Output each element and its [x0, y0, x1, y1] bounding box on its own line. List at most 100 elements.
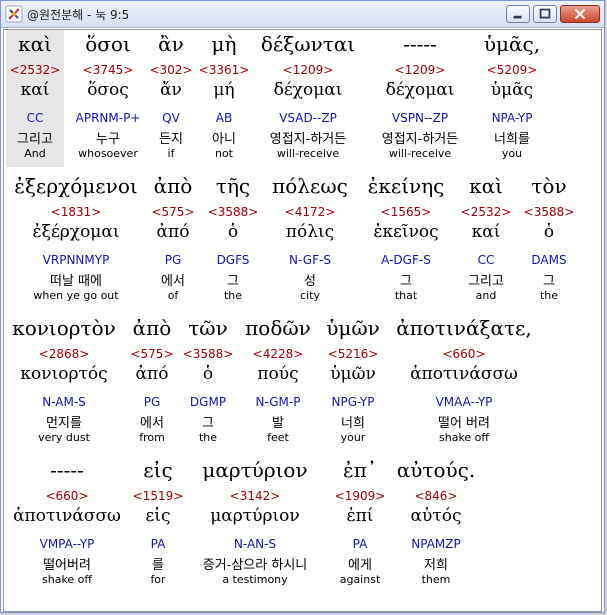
- parse-code: APRNM-P+: [75, 111, 141, 125]
- parse-code: PA: [352, 537, 368, 551]
- word-cell[interactable]: δέξωνται <1209> δέχομαι VSAD--ZP 영접지-하거든…: [252, 30, 364, 167]
- korean-gloss: 먼지를: [46, 416, 82, 431]
- strong-number: <575>: [130, 347, 174, 361]
- lemma: ἀποτινάσσω: [410, 364, 518, 384]
- word-cell[interactable]: τῆς <3588> ὁ DGFS 그 the: [206, 172, 260, 309]
- app-window: @원전분해 - 눅 9:5 καὶ <2532> καί CC 그리고 And …: [0, 0, 605, 613]
- greek-word: -----: [50, 458, 84, 482]
- english-gloss: of: [167, 289, 179, 302]
- word-cell[interactable]: ἂν <302> ἄν QV 든지 if: [148, 30, 194, 167]
- english-gloss: from: [139, 431, 165, 444]
- parse-code: PG: [143, 395, 161, 409]
- word-cell[interactable]: ἐξερχόμενοι <1831> ἐξέρχομαι VRPNNMYP 떠날…: [6, 172, 146, 309]
- english-gloss: against: [339, 573, 381, 586]
- strong-number: <846>: [414, 489, 458, 503]
- greek-word: τὸν: [531, 174, 567, 198]
- english-gloss: And: [24, 147, 46, 160]
- lemma: πούς: [257, 364, 299, 384]
- greek-word: ἀπὸ: [132, 316, 172, 340]
- close-button[interactable]: [560, 5, 600, 23]
- korean-gloss: 그리고: [468, 274, 504, 289]
- minimize-button[interactable]: [506, 5, 530, 23]
- english-gloss: that: [394, 289, 418, 302]
- greek-word: ἐξερχόμενοι: [14, 174, 138, 198]
- strong-number: <5216>: [327, 347, 379, 361]
- lemma: ἀπό: [135, 364, 169, 384]
- lemma: ἄν: [160, 80, 182, 100]
- strong-number: <3361>: [198, 63, 250, 77]
- lemma: μαρτύριον: [210, 506, 300, 526]
- strong-number: <2868>: [38, 347, 90, 361]
- english-gloss: if: [167, 147, 175, 160]
- word-cell[interactable]: μαρτύριον <3142> μαρτύριον N-AN-S 증거-삼으라…: [190, 456, 320, 593]
- english-gloss: will-receive: [276, 147, 340, 160]
- word-cell[interactable]: ἀποτινάξατε, <660> ἀποτινάσσω VMAA--YP 떨…: [388, 314, 540, 451]
- word-cell[interactable]: εἰς <1519> εἰς PA 를 for: [130, 456, 186, 593]
- word-cell[interactable]: καὶ <2532> καί CC 그리고 And: [6, 30, 64, 167]
- word-cell[interactable]: κονιορτὸν <2868> κονιορτός N-AM-S 먼지를 ve…: [6, 314, 122, 451]
- strong-number: <660>: [442, 347, 486, 361]
- strong-number: <302>: [149, 63, 193, 77]
- word-cell[interactable]: πόλεως <4172> πόλις N-GF-S 성 city: [264, 172, 356, 309]
- english-gloss: very dust: [38, 431, 90, 444]
- word-cell[interactable]: ὑμῶν <5216> ὑμῶν NPG-YP 너희 your: [320, 314, 386, 451]
- word-cell[interactable]: αὐτούς. <846> αὐτός NPAMZP 저희 them: [394, 456, 478, 593]
- word-cell[interactable]: ποδῶν <4228> πούς N-GM-P 발 feet: [238, 314, 318, 451]
- strong-number: <1909>: [334, 489, 386, 503]
- strong-number: <3142>: [229, 489, 281, 503]
- word-cell[interactable]: ὑμᾶς, <5209> ὑμᾶς NPA-YP 너희를 you: [478, 30, 546, 167]
- english-gloss: the: [198, 431, 218, 444]
- parse-code: N-GM-P: [255, 395, 301, 409]
- word-cell[interactable]: καὶ <2532> καί CC 그리고 and: [454, 172, 518, 309]
- parse-code: CC: [477, 253, 495, 267]
- cross-quill-icon: [5, 5, 23, 23]
- word-cell[interactable]: ἀπὸ <575> ἀπό PG 에서 of: [148, 172, 198, 309]
- word-cell[interactable]: ἀπὸ <575> ἀπό PG 에서 from: [124, 314, 180, 451]
- parse-code: A-DGF-S: [381, 253, 431, 267]
- word-cell[interactable]: μὴ <3361> μή AB 아니 not: [196, 30, 252, 167]
- greek-word: ἐπ᾽: [343, 458, 377, 482]
- english-gloss: shake off: [439, 431, 489, 444]
- strong-number: <1209>: [282, 63, 334, 77]
- greek-word: ἀπὸ: [153, 174, 193, 198]
- lemma: ἐπί: [346, 506, 374, 526]
- korean-gloss: 에서: [161, 274, 185, 289]
- parse-code: DGMP: [189, 395, 227, 409]
- close-icon: [574, 8, 586, 20]
- korean-gloss: 그: [400, 274, 412, 289]
- lemma: ἀποτινάσσω: [13, 506, 121, 526]
- word-cell[interactable]: τῶν <3588> ὁ DGMP 그 the: [182, 314, 234, 451]
- strong-number: <4228>: [252, 347, 304, 361]
- word-cell[interactable]: ὅσοι <3745> ὅσος APRNM-P+ 누구 whosoever: [66, 30, 150, 167]
- word-cell[interactable]: ἐκείνης <1565> ἐκεῖνος A-DGF-S 그 that: [358, 172, 454, 309]
- lemma: δέχομαι: [385, 80, 455, 100]
- strong-number: <1519>: [132, 489, 184, 503]
- strong-number: <3745>: [82, 63, 134, 77]
- korean-gloss: 그: [227, 274, 239, 289]
- word-cell[interactable]: ἐπ᾽ <1909> ἐπί PA 에게 against: [330, 456, 390, 593]
- word-cell[interactable]: ----- <1209> δέχομαι VSPN--ZP 영접지-하거든 wi…: [364, 30, 476, 167]
- korean-gloss: 를: [152, 558, 164, 573]
- strong-number: <660>: [45, 489, 89, 503]
- greek-word: -----: [403, 32, 437, 56]
- english-gloss: not: [214, 147, 233, 160]
- parse-code: NPAMZP: [411, 537, 461, 551]
- english-gloss: your: [340, 431, 366, 444]
- maximize-button[interactable]: [533, 5, 557, 23]
- english-gloss: city: [300, 289, 320, 302]
- english-gloss: and: [475, 289, 497, 302]
- lemma: ὑμῶν: [330, 364, 376, 384]
- title-bar[interactable]: @원전분해 - 눅 9:5: [1, 1, 604, 28]
- word-cell[interactable]: τὸν <3588> ὁ DAMS 그 the: [520, 172, 578, 309]
- greek-word: ὑμᾶς,: [483, 32, 541, 56]
- parse-code: NPA-YP: [491, 111, 533, 125]
- korean-gloss: 저희: [424, 558, 448, 573]
- parse-code: VSAD--ZP: [279, 111, 337, 125]
- lemma: καί: [471, 222, 501, 242]
- greek-word: τῶν: [188, 316, 228, 340]
- english-gloss: a testimony: [222, 573, 288, 586]
- lemma: ὁ: [543, 222, 555, 242]
- word-cell[interactable]: ----- <660> ἀποτινάσσω VMPA--YP 떨어버려 sha…: [6, 456, 128, 593]
- greek-word: καὶ: [469, 174, 503, 198]
- english-gloss: you: [501, 147, 523, 160]
